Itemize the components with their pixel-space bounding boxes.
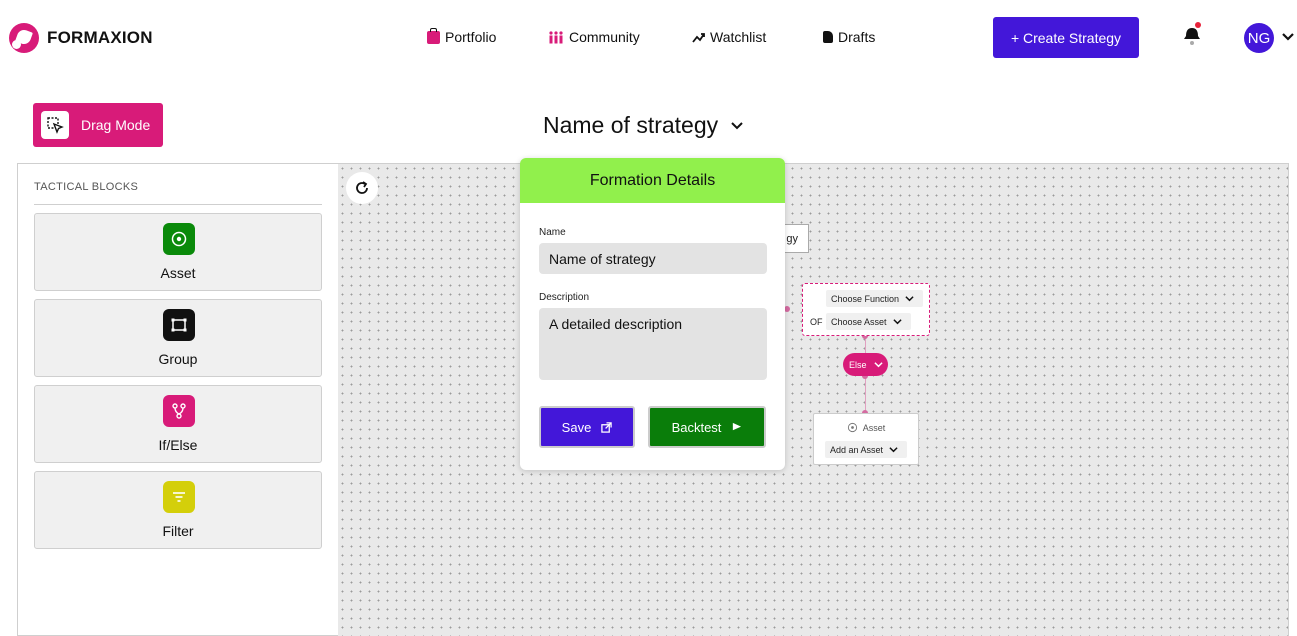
block-if-else-label: If/Else: [158, 437, 198, 453]
nav-portfolio[interactable]: Portfolio: [427, 27, 497, 45]
branch-icon: [163, 395, 195, 427]
chevron-down-icon[interactable]: [1281, 30, 1295, 44]
asset-node-header: Asset: [814, 422, 918, 433]
group-icon: [163, 309, 195, 341]
description-field[interactable]: A detailed description: [539, 308, 767, 380]
save-button[interactable]: Save: [539, 406, 635, 448]
backtest-button[interactable]: Backtest: [648, 406, 766, 448]
target-icon: [163, 223, 195, 255]
chevron-down-icon: [905, 296, 914, 302]
refresh-button[interactable]: [346, 172, 378, 204]
function-node[interactable]: Choose Function OF Choose Asset: [802, 283, 930, 336]
save-label: Save: [561, 419, 592, 435]
choose-function-label: Choose Function: [831, 293, 900, 304]
nav-portfolio-label: Portfolio: [445, 29, 497, 45]
choose-function-select[interactable]: Choose Function: [826, 290, 923, 307]
block-filter-label: Filter: [162, 523, 194, 539]
asset-node[interactable]: Asset Add an Asset: [813, 413, 919, 465]
asset-node-title: Asset: [862, 422, 886, 433]
user-avatar[interactable]: NG: [1244, 23, 1274, 53]
backtest-label: Backtest: [671, 419, 722, 435]
description-label: Description: [539, 292, 590, 303]
trend-icon: [692, 32, 705, 43]
tactical-blocks-panel: TACTICAL BLOCKS Asset Group If/Else Filt…: [17, 163, 338, 636]
drag-select-icon: [41, 111, 69, 139]
briefcase-icon: [427, 27, 440, 44]
modal-header: Formation Details: [520, 158, 785, 203]
block-asset-label: Asset: [160, 265, 196, 281]
nav-drafts[interactable]: Drafts: [823, 29, 875, 45]
logo-icon: [9, 23, 39, 53]
nav-community[interactable]: Community: [548, 29, 640, 45]
flag-icon: [733, 422, 742, 430]
add-asset-select[interactable]: Add an Asset: [825, 441, 907, 458]
strategy-canvas[interactable]: [338, 163, 1289, 636]
brand-logo[interactable]: FORMAXION: [9, 23, 153, 53]
nav-community-label: Community: [569, 29, 640, 45]
choose-asset-label: Choose Asset: [831, 316, 887, 327]
block-if-else[interactable]: If/Else: [34, 385, 322, 463]
else-branch-pill[interactable]: Else: [843, 353, 888, 376]
chevron-down-icon: [731, 121, 743, 129]
nav-drafts-label: Drafts: [838, 29, 876, 45]
block-group-label: Group: [158, 351, 198, 367]
connector-line: [865, 376, 866, 414]
strategy-title: Name of strategy: [543, 112, 719, 138]
else-label: Else: [849, 359, 867, 370]
drag-mode-button[interactable]: Drag Mode: [33, 103, 163, 147]
drag-mode-label: Drag Mode: [81, 117, 151, 133]
filter-icon: [163, 481, 195, 513]
chevron-down-icon: [889, 447, 898, 453]
brand-name: FORMAXION: [47, 28, 153, 47]
block-filter[interactable]: Filter: [34, 471, 322, 549]
strategy-title-dropdown[interactable]: Name of strategy: [543, 112, 744, 139]
of-label: OF: [810, 317, 823, 327]
name-label: Name: [539, 227, 566, 238]
nav-watchlist-label: Watchlist: [710, 29, 767, 45]
modal-title: Formation Details: [589, 171, 716, 189]
chevron-down-icon: [873, 362, 883, 368]
strategy-root-node-label: gy: [786, 232, 798, 245]
block-asset[interactable]: Asset: [34, 213, 322, 291]
chevron-down-icon: [892, 319, 902, 325]
divider: [34, 204, 322, 205]
people-icon: [549, 30, 563, 43]
tactical-blocks-title: TACTICAL BLOCKS: [34, 181, 139, 193]
add-asset-label: Add an Asset: [830, 444, 884, 455]
top-header: FORMAXION Portfolio Community Watchlist …: [0, 0, 1297, 78]
create-strategy-button[interactable]: + Create Strategy: [993, 17, 1139, 58]
nav-watchlist[interactable]: Watchlist: [692, 29, 766, 45]
document-icon: [823, 31, 833, 43]
block-group[interactable]: Group: [34, 299, 322, 377]
external-link-icon: [601, 421, 613, 433]
choose-asset-select[interactable]: Choose Asset: [826, 313, 911, 330]
notification-bell-icon[interactable]: [1181, 22, 1203, 46]
refresh-icon: [356, 181, 368, 194]
name-field[interactable]: [539, 243, 767, 274]
target-icon: [847, 422, 857, 433]
formation-details-modal: Formation Details Name Description A det…: [520, 158, 785, 470]
